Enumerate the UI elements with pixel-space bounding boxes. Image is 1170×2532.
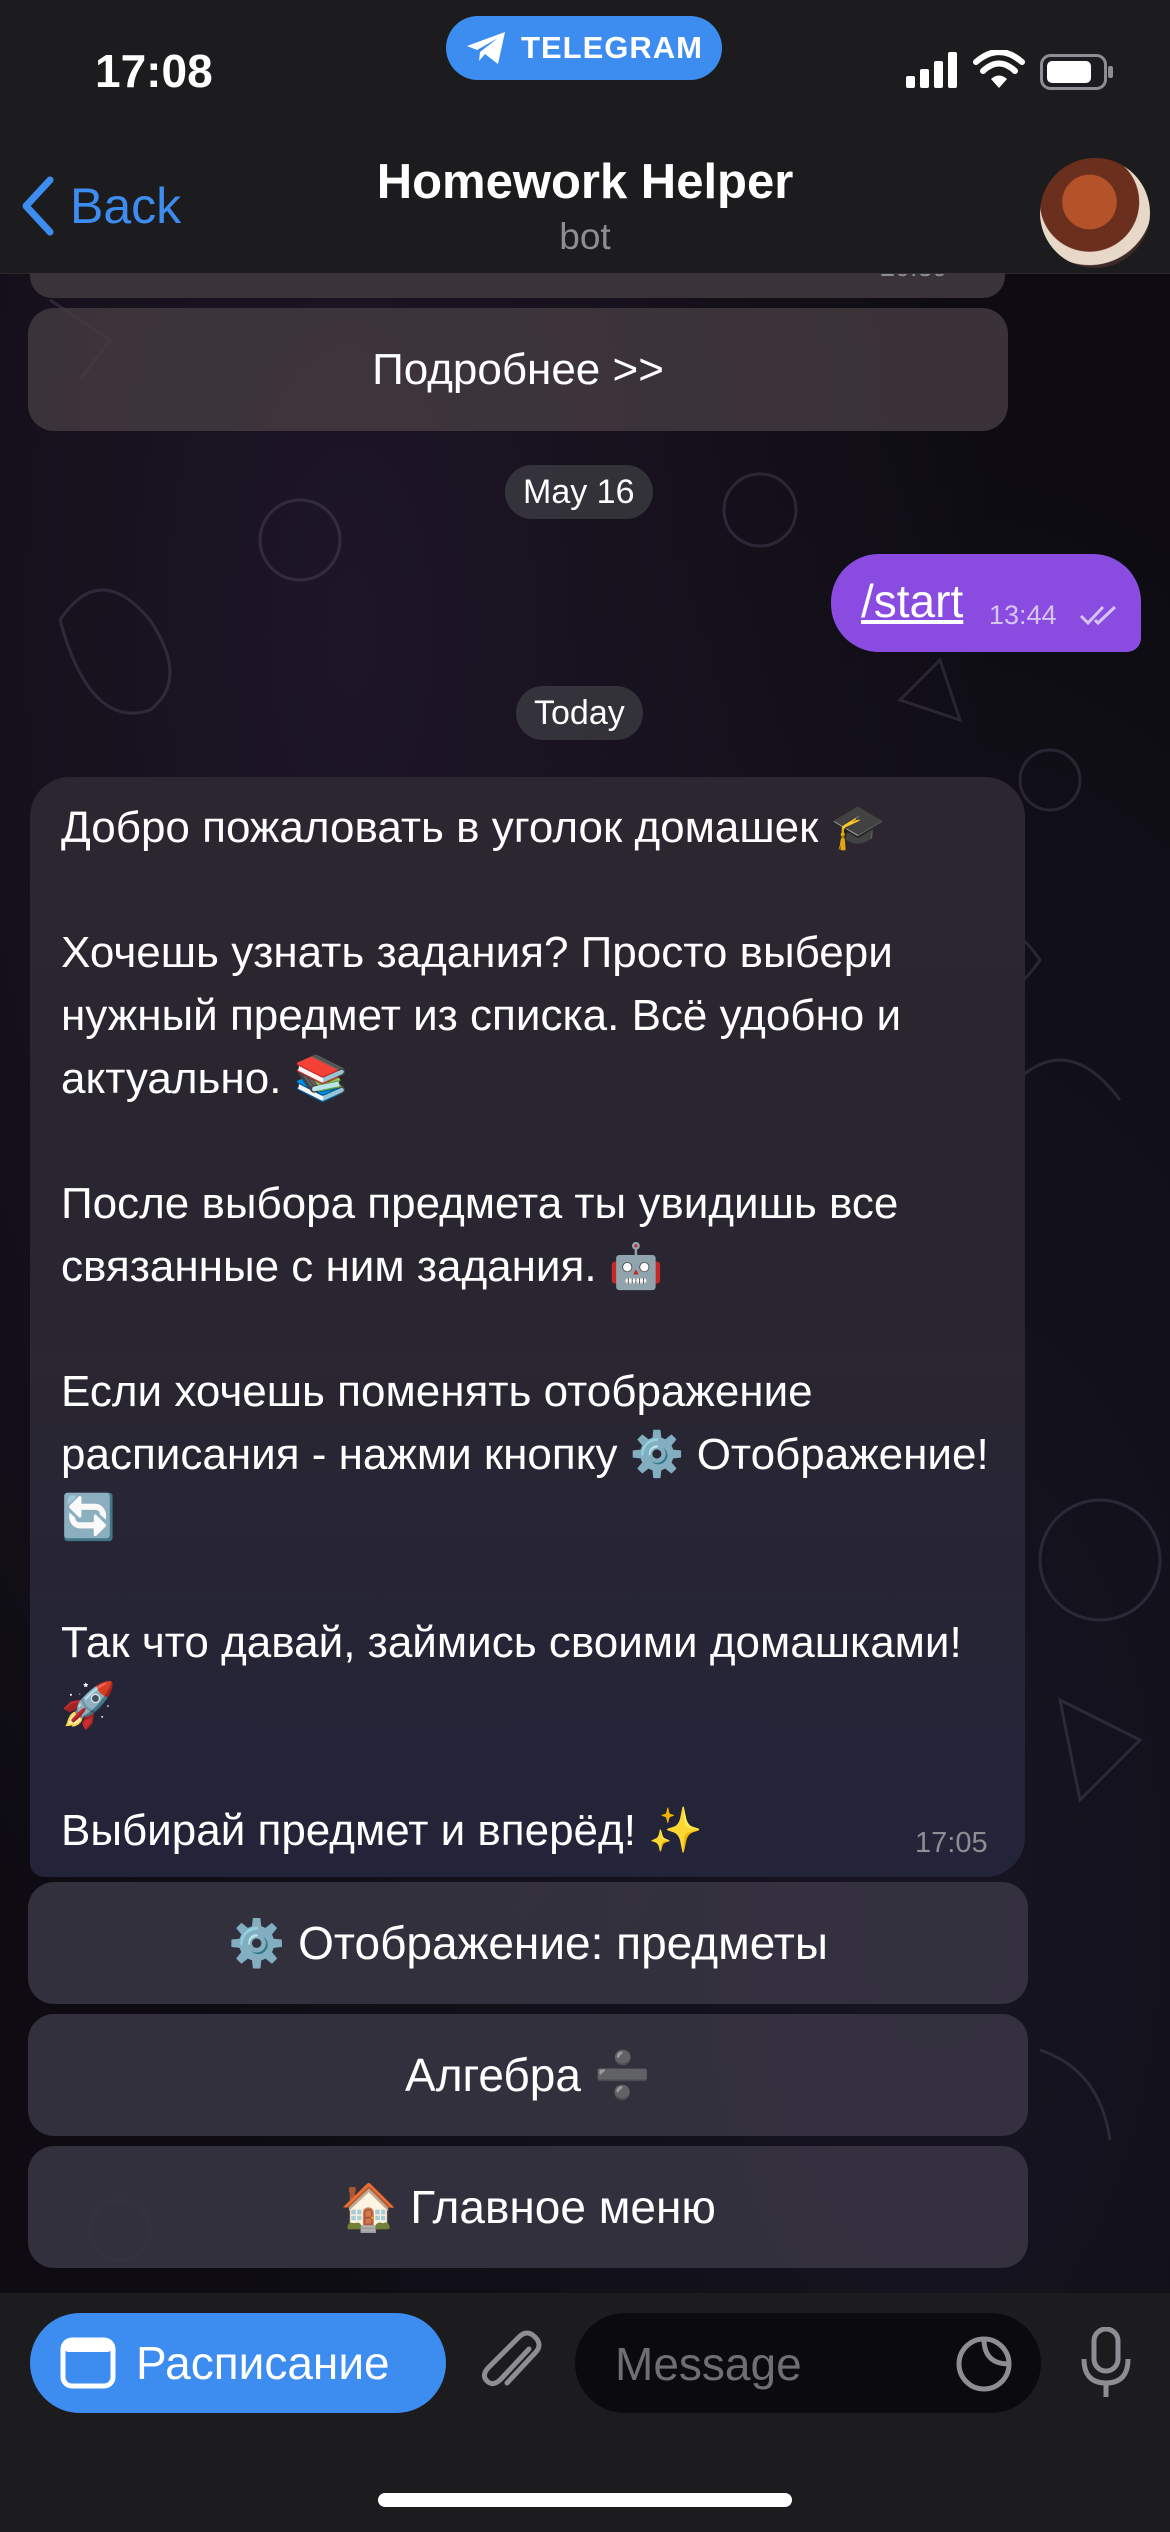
battery-icon (1040, 54, 1113, 90)
calendar-icon (60, 2337, 116, 2389)
wifi-icon (973, 50, 1025, 88)
microphone-icon[interactable] (1080, 2327, 1132, 2399)
status-bar: 17:08 TELEGRAM (0, 0, 1170, 140)
date-separator-today: Today (516, 686, 643, 740)
outgoing-command-link[interactable]: /start (861, 574, 963, 628)
schedule-menu-label: Расписание (136, 2337, 390, 2389)
bot-avatar[interactable] (1040, 158, 1150, 268)
cellular-signal-icon (906, 52, 957, 88)
status-time: 17:08 (95, 45, 213, 97)
message-input[interactable] (613, 2335, 937, 2393)
incoming-message-time: 17:05 (915, 1827, 988, 1859)
home-indicator (378, 2493, 792, 2507)
telegram-return-pill[interactable]: TELEGRAM (446, 16, 722, 80)
main-menu-button[interactable]: 🏠 Главное меню (28, 2146, 1028, 2268)
message-field (575, 2313, 1041, 2413)
incoming-message-text: Добро пожаловать в уголок домашек 🎓 Хоче… (61, 803, 989, 1856)
telegram-plane-icon (467, 32, 506, 64)
algebra-button[interactable]: Алгебра ➗ (28, 2014, 1028, 2136)
display-mode-button[interactable]: ⚙️ Отображение: предметы (28, 1882, 1028, 2004)
sticker-icon[interactable] (955, 2335, 1013, 2393)
chat-header: Back Homework Helper bot (0, 140, 1170, 274)
date-separator: May 16 (505, 465, 653, 519)
double-check-icon (1079, 605, 1117, 626)
chat-title[interactable]: Homework Helper (0, 154, 1170, 210)
schedule-menu-button[interactable]: Расписание (30, 2313, 446, 2413)
incoming-message: Добро пожаловать в уголок домашек 🎓 Хоче… (30, 777, 1025, 1877)
outgoing-message-time: 13:44 (989, 600, 1057, 630)
previous-message-bubble (30, 273, 1005, 298)
chat-subtitle: bot (559, 216, 611, 257)
input-bar: Расписание (0, 2293, 1170, 2532)
more-details-button[interactable]: Подробнее >> (28, 308, 1008, 431)
telegram-pill-label: TELEGRAM (521, 30, 703, 65)
outgoing-message: /start 13:44 (831, 554, 1141, 652)
attach-paperclip-icon[interactable] (477, 2329, 545, 2401)
